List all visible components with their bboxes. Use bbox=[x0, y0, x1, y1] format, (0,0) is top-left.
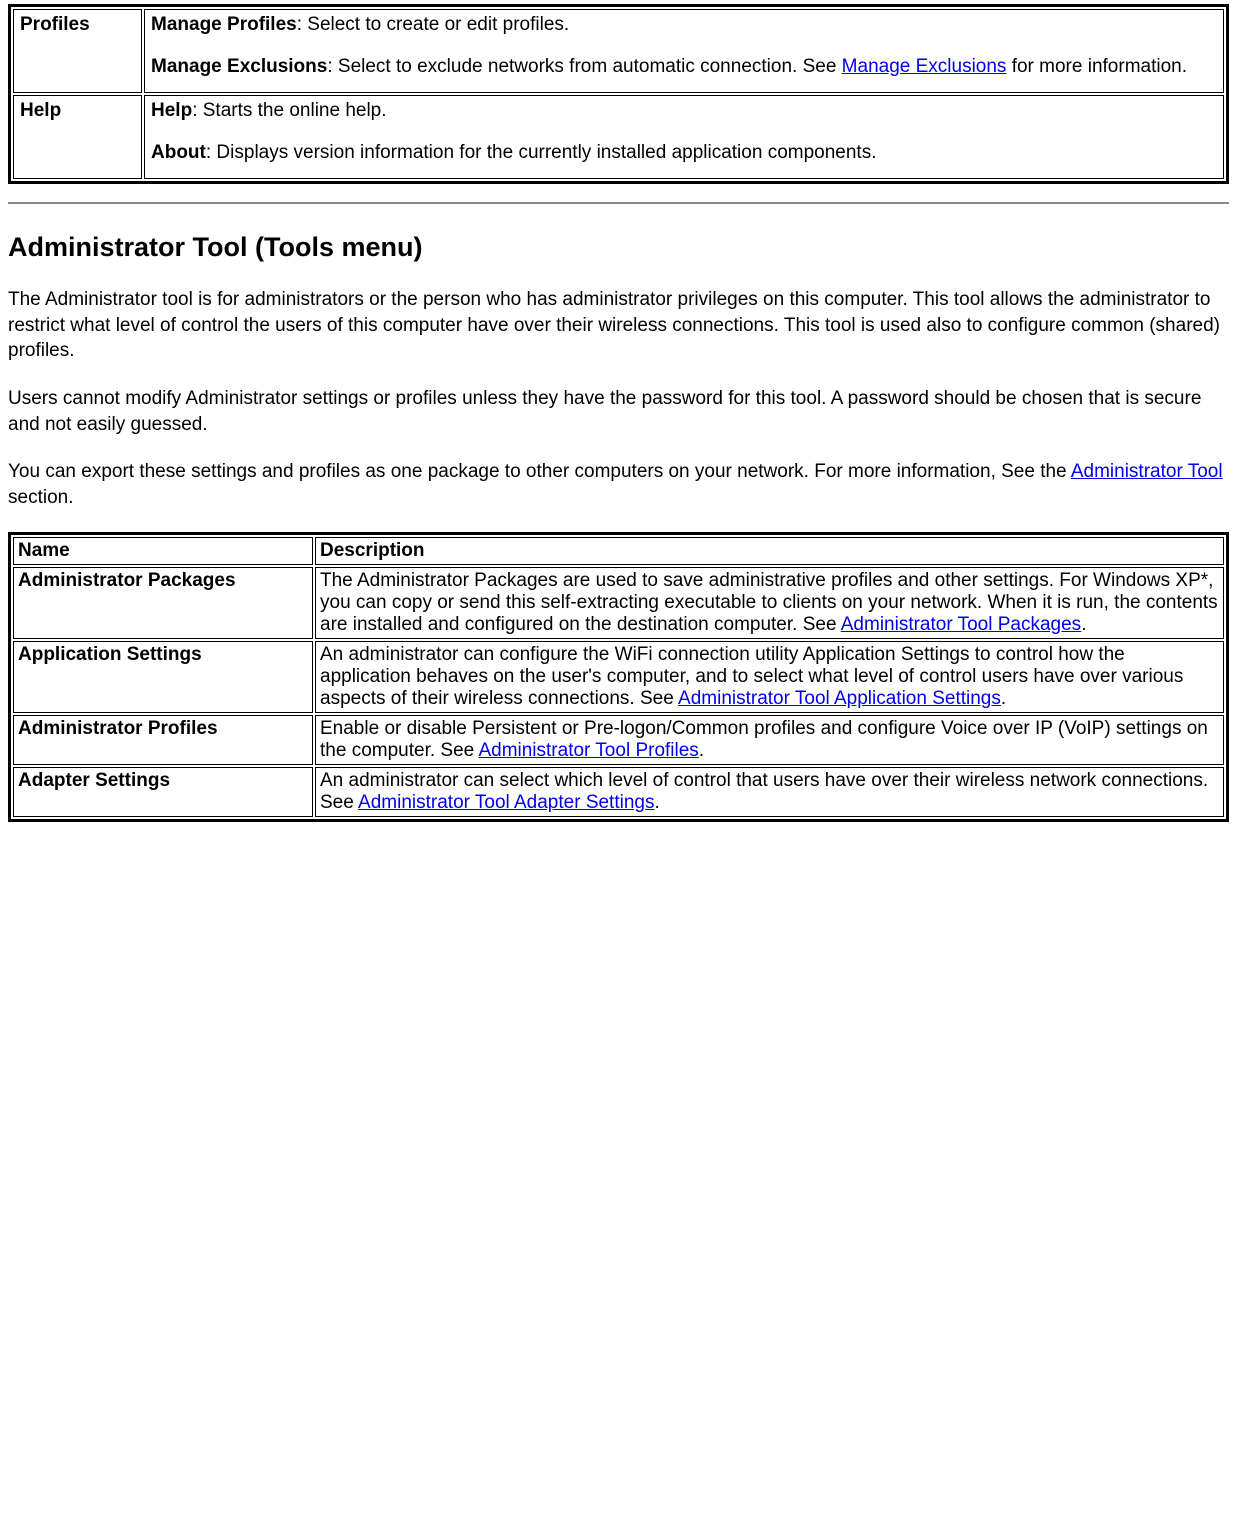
paragraph-3: You can export these settings and profil… bbox=[8, 459, 1229, 510]
link-admin-adapter[interactable]: Administrator Tool Adapter Settings bbox=[358, 792, 654, 813]
text-help: : Starts the online help. bbox=[192, 100, 386, 121]
cell-desc-adapter: An administrator can select which level … bbox=[315, 767, 1224, 817]
text-manage-exclusions-post: for more information. bbox=[1006, 56, 1187, 77]
horizontal-rule bbox=[8, 202, 1229, 204]
paragraph-2: Users cannot modify Administrator settin… bbox=[8, 386, 1229, 437]
table-header-row: Name Description bbox=[13, 537, 1224, 565]
label-help: Help bbox=[151, 100, 192, 121]
desc-post: . bbox=[1001, 688, 1006, 709]
table-row: Adapter Settings An administrator can se… bbox=[13, 767, 1224, 817]
text-manage-profiles: : Select to create or edit profiles. bbox=[297, 14, 569, 35]
text-about: : Displays version information for the c… bbox=[206, 142, 877, 163]
link-administrator-tool[interactable]: Administrator Tool bbox=[1071, 461, 1223, 482]
row-label-profiles: Profiles bbox=[13, 9, 142, 93]
header-description: Description bbox=[315, 537, 1224, 565]
paragraph-3-post: section. bbox=[8, 487, 73, 508]
text-manage-exclusions-pre: : Select to exclude networks from automa… bbox=[327, 56, 841, 77]
link-manage-exclusions[interactable]: Manage Exclusions bbox=[842, 56, 1007, 77]
label-manage-exclusions: Manage Exclusions bbox=[151, 56, 327, 77]
label-manage-profiles: Manage Profiles bbox=[151, 14, 297, 35]
paragraph-1: The Administrator tool is for administra… bbox=[8, 287, 1229, 364]
table-row: Administrator Profiles Enable or disable… bbox=[13, 715, 1224, 765]
header-name: Name bbox=[13, 537, 313, 565]
desc-post: . bbox=[699, 740, 704, 761]
desc-pre: Enable or disable Persistent or Pre-logo… bbox=[320, 718, 1208, 761]
row-desc-profiles: Manage Profiles: Select to create or edi… bbox=[144, 9, 1224, 93]
cell-name-profiles: Administrator Profiles bbox=[13, 715, 313, 765]
desc-post: . bbox=[654, 792, 659, 813]
table-row: Application Settings An administrator ca… bbox=[13, 641, 1224, 713]
cell-name-adapter: Adapter Settings bbox=[13, 767, 313, 817]
link-admin-appsettings[interactable]: Administrator Tool Application Settings bbox=[678, 688, 1001, 709]
menu-table: Profiles Manage Profiles: Select to crea… bbox=[8, 4, 1229, 184]
cell-desc-packages: The Administrator Packages are used to s… bbox=[315, 567, 1224, 639]
row-desc-help: Help: Starts the online help. About: Dis… bbox=[144, 95, 1224, 179]
link-admin-packages[interactable]: Administrator Tool Packages bbox=[841, 614, 1081, 635]
paragraph-3-pre: You can export these settings and profil… bbox=[8, 461, 1071, 482]
table-row: Administrator Packages The Administrator… bbox=[13, 567, 1224, 639]
row-label-help: Help bbox=[13, 95, 142, 179]
desc-post: . bbox=[1081, 614, 1086, 635]
cell-name-packages: Administrator Packages bbox=[13, 567, 313, 639]
section-heading: Administrator Tool (Tools menu) bbox=[8, 232, 1229, 263]
label-about: About bbox=[151, 142, 206, 163]
cell-name-appsettings: Application Settings bbox=[13, 641, 313, 713]
admin-table: Name Description Administrator Packages … bbox=[8, 532, 1229, 822]
link-admin-profiles[interactable]: Administrator Tool Profiles bbox=[478, 740, 698, 761]
cell-desc-profiles: Enable or disable Persistent or Pre-logo… bbox=[315, 715, 1224, 765]
cell-desc-appsettings: An administrator can configure the WiFi … bbox=[315, 641, 1224, 713]
